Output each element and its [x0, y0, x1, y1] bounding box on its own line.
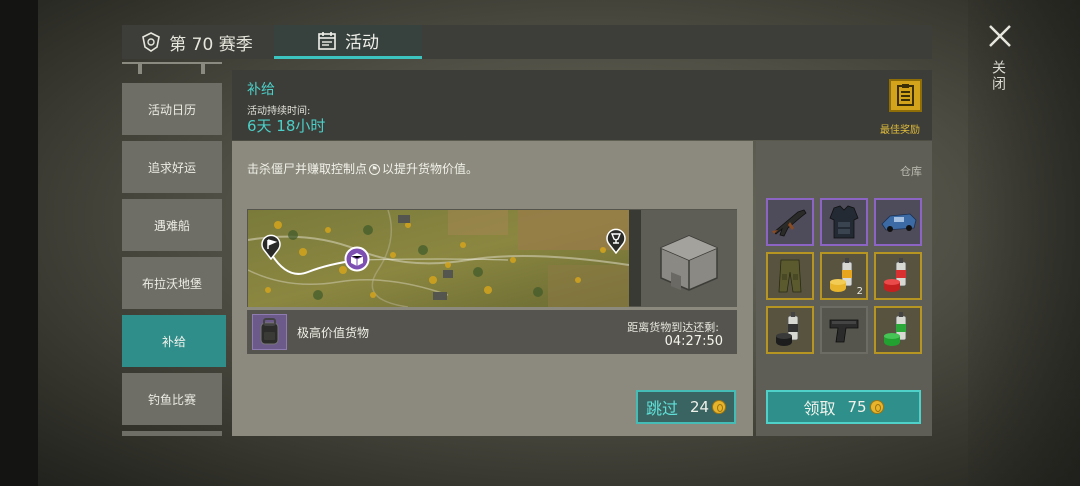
cargo-name: 极高价值货物: [297, 326, 370, 340]
sidebar-item-shipwreck[interactable]: 遇难船: [122, 199, 222, 251]
description-part-2: 以提升货物价值。: [382, 162, 479, 176]
warehouse-slot[interactable]: [766, 198, 814, 246]
calendar-icon: [318, 31, 336, 50]
cargo-marker-icon: [344, 246, 370, 272]
warehouse-slot[interactable]: [820, 306, 868, 354]
clipboard-icon: [897, 84, 914, 106]
description-part-1: 击杀僵尸并赚取控制点: [247, 162, 368, 176]
best-reward-label[interactable]: 最佳奖励: [868, 121, 932, 136]
control-point-icon: ⚑: [369, 164, 381, 175]
spray-green-icon: [884, 312, 907, 346]
supply-panel: 击杀僵尸并赚取控制点 ⚑ 以提升货物价值。 极高价值货物 距离货物到达还剩: 0…: [232, 141, 753, 436]
claim-button[interactable]: 领取 75: [766, 390, 921, 424]
right-shade: [968, 0, 1080, 486]
destination-marker-icon: [606, 228, 626, 254]
sidebar-nub: [201, 64, 205, 74]
rifle-icon: [772, 209, 807, 237]
warehouse-slot[interactable]: [820, 198, 868, 246]
tab-events[interactable]: 活动: [274, 25, 422, 59]
sidebar-item-fishing[interactable]: 钓鱼比赛: [122, 373, 222, 425]
best-reward-button[interactable]: [889, 79, 922, 112]
warehouse-slot[interactable]: [766, 306, 814, 354]
coin-icon: [712, 400, 727, 414]
start-flag-marker-icon: [261, 234, 281, 260]
event-sidebar: 活动日历 追求好运 遇难船 布拉沃地堡 补给 钓鱼比赛: [122, 62, 226, 436]
duration-value: 6天 18小时: [247, 117, 326, 135]
route-map-panel: [247, 209, 737, 307]
cargo-row: 极高价值货物 距离货物到达还剩: 04:27:50: [247, 310, 737, 354]
left-edge-bar: [0, 0, 38, 486]
warehouse-slot[interactable]: [874, 306, 922, 354]
claim-cost: 75: [847, 398, 867, 416]
backpack-icon: [260, 318, 279, 345]
sidebar-item-calendar[interactable]: 活动日历: [122, 83, 222, 135]
skip-button[interactable]: 跳过 24: [636, 390, 736, 424]
close-icon[interactable]: [986, 22, 1014, 50]
warehouse-slot[interactable]: [874, 198, 922, 246]
tab-season[interactable]: 第 70 赛季: [122, 25, 272, 59]
coin-icon: [869, 400, 884, 414]
event-header: 补给 活动持续时间: 6天 18小时 最佳奖励: [232, 70, 932, 140]
tab-season-label: 第 70 赛季: [169, 34, 253, 55]
spray-red-icon: [884, 258, 907, 292]
warehouse-slot[interactable]: [766, 252, 814, 300]
tab-events-label: 活动: [345, 33, 379, 53]
sidebar-nub: [138, 64, 142, 74]
vehicle-icon: [881, 213, 917, 232]
event-description: 击杀僵尸并赚取控制点 ⚑ 以提升货物价值。: [247, 160, 478, 177]
warehouse-label: 仓库: [900, 165, 922, 178]
cargo-item-slot[interactable]: [252, 314, 287, 350]
sidebar-item-luck[interactable]: 追求好运: [122, 141, 222, 193]
sidebar-scroll-top: [122, 62, 222, 74]
spray-black-icon: [776, 312, 799, 346]
skip-cost: 24: [689, 398, 710, 416]
sidebar-item-partial[interactable]: [122, 431, 222, 436]
route-map: [248, 210, 629, 307]
slot-count: 2: [856, 286, 863, 297]
supply-crate-icon: [660, 235, 718, 291]
event-title: 补给: [247, 82, 275, 98]
skip-label: 跳过: [645, 399, 678, 418]
armor-vest-icon: [829, 205, 859, 239]
warehouse-panel: 仓库 2 领取 75: [756, 141, 932, 436]
close-label[interactable]: 关闭: [990, 60, 1008, 92]
top-tab-bar: 第 70 赛季 活动: [122, 25, 932, 59]
supply-crate-preview: [641, 210, 737, 307]
season-shield-icon: [142, 32, 161, 52]
warehouse-slot[interactable]: 2: [820, 252, 868, 300]
claim-label: 领取: [803, 399, 836, 418]
sidebar-item-bravo-bunker[interactable]: 布拉沃地堡: [122, 257, 222, 309]
warehouse-slot[interactable]: [874, 252, 922, 300]
arrival-countdown: 04:27:50: [664, 334, 723, 349]
arrival-label: 距离货物到达还剩:: [627, 321, 719, 334]
pants-icon: [778, 259, 802, 293]
pistol-icon: [829, 319, 859, 343]
sidebar-item-supply[interactable]: 补给: [122, 315, 226, 367]
